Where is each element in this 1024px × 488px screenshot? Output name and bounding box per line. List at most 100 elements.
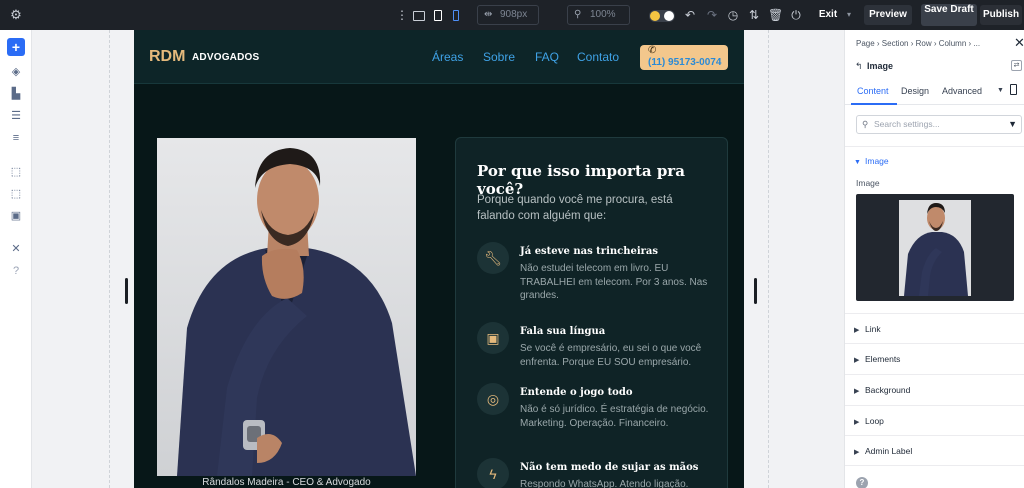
feature-title: Já esteve nas trincheiras xyxy=(520,246,659,257)
page-viewport: RDM ADVOGADOS Áreas Sobre FAQ Contato ✆ … xyxy=(134,30,744,488)
section-image-toggle[interactable]: ▼ Image xyxy=(854,156,889,166)
tablet-view-icon[interactable] xyxy=(430,0,446,30)
nav-link-faq[interactable]: FAQ xyxy=(535,50,559,64)
divider xyxy=(845,313,1024,314)
zoom-field[interactable]: ⚲ 100% xyxy=(567,5,630,25)
history-clock-icon[interactable]: ◷ xyxy=(726,0,740,30)
tools-icon[interactable]: ✕ xyxy=(7,240,25,258)
trash-icon[interactable]: 🗑 xyxy=(768,0,783,30)
feature-title: Fala sua língua xyxy=(520,326,606,337)
resize-handle-left[interactable] xyxy=(125,278,128,304)
canvas-guide-right xyxy=(768,30,769,488)
image-thumbnail xyxy=(899,200,971,296)
why-it-matters-card: Por que isso importa pra você? Porque qu… xyxy=(455,137,728,488)
image-preview[interactable] xyxy=(856,194,1014,301)
database-icon[interactable]: ☰ xyxy=(7,107,25,125)
tab-content[interactable]: Content xyxy=(857,86,889,96)
phone-icon: ✆ xyxy=(648,45,657,56)
section-admin-label-label: Admin Label xyxy=(865,446,913,456)
divider xyxy=(845,435,1024,436)
sun-icon xyxy=(650,10,660,21)
responsive-icon[interactable]: ▣ xyxy=(7,207,25,225)
logo-advogados[interactable]: ADVOGADOS xyxy=(192,52,259,63)
nav-link-contato[interactable]: Contato xyxy=(577,50,619,64)
left-sidebar: + ◈ ▙ ☰ ≡ ⬚ ⬚ ▣ ✕ ? xyxy=(0,30,32,488)
settings-panel: Page › Section › Row › Column › ... ✕ ↰ … xyxy=(844,30,1024,488)
selection-tool-icon[interactable]: ⬚ xyxy=(7,163,25,181)
power-icon[interactable]: ⏻ xyxy=(789,0,803,30)
feature-title: Não tem medo de sujar as mãos xyxy=(520,462,699,473)
save-draft-button[interactable]: Save Draft xyxy=(921,4,977,26)
nav-link-sobre[interactable]: Sobre xyxy=(483,50,515,64)
divider xyxy=(845,374,1024,375)
mobile-view-icon[interactable] xyxy=(449,0,463,30)
chevron-right-icon: ▶ xyxy=(854,357,860,364)
settings-search-input[interactable]: ⚲ Search settings... ▼ xyxy=(856,115,1022,134)
logo-rdm[interactable]: RDM xyxy=(149,48,185,66)
filter-icon[interactable]: ▼ xyxy=(1008,116,1017,133)
section-elements-label: Elements xyxy=(865,354,901,364)
back-arrow-icon[interactable]: ↰ xyxy=(855,61,863,72)
chevron-right-icon: ▶ xyxy=(854,388,860,395)
section-elements-toggle[interactable]: ▶ Elements xyxy=(854,354,900,364)
active-tab-indicator xyxy=(851,103,897,105)
breadcrumb[interactable]: Page › Section › Row › Column › ... xyxy=(856,39,980,48)
redo-icon[interactable]: ↷ xyxy=(705,0,719,30)
nav-link-areas[interactable]: Áreas xyxy=(432,50,463,64)
briefcase-icon: ▣ xyxy=(477,322,509,354)
image-field-label: Image xyxy=(856,178,880,188)
section-background-toggle[interactable]: ▶ Background xyxy=(854,385,910,395)
help-icon[interactable]: ? xyxy=(856,477,868,488)
preview-button[interactable]: Preview xyxy=(864,5,912,25)
theme-toggle[interactable] xyxy=(648,0,676,30)
list-settings-icon[interactable]: ≡ xyxy=(7,129,25,147)
phone-cta-button[interactable]: ✆ (11) 95173-0074 xyxy=(640,45,728,70)
device-preview-icon[interactable] xyxy=(1010,84,1017,97)
resize-handle-right[interactable] xyxy=(754,278,757,304)
undo-icon[interactable]: ↶ xyxy=(683,0,697,30)
zoom-search-icon: ⚲ xyxy=(574,9,582,20)
phone-number: (11) 95173-0074 xyxy=(648,57,722,68)
multi-select-icon[interactable]: ⬚ xyxy=(7,185,25,203)
site-header: RDM ADVOGADOS Áreas Sobre FAQ Contato ✆ … xyxy=(134,30,744,84)
canvas-guide-left xyxy=(109,30,110,488)
tabs-dropdown-icon[interactable]: ▼ xyxy=(997,87,1004,94)
section-image-label: Image xyxy=(865,156,889,166)
ceo-portrait-photo[interactable] xyxy=(157,138,416,476)
canvas-width-field[interactable]: ⇹ 908px xyxy=(477,5,539,25)
search-placeholder: Search settings... xyxy=(874,119,940,129)
close-icon[interactable]: ✕ xyxy=(1014,35,1024,51)
section-link-label: Link xyxy=(865,324,881,334)
feature-desc: Não estudei telecom em livro. EU TRABALH… xyxy=(520,263,708,301)
layers-icon[interactable]: ◈ xyxy=(7,63,25,81)
tab-design[interactable]: Design xyxy=(901,86,929,96)
zoom-value: 100% xyxy=(590,9,616,20)
exit-button[interactable]: Exit xyxy=(813,5,843,25)
more-vertical-icon[interactable]: ⋮ xyxy=(396,0,408,30)
lightning-icon: ϟ xyxy=(477,458,509,488)
swap-icon[interactable]: ⇄ xyxy=(1011,60,1022,71)
search-icon: ⚲ xyxy=(862,119,869,129)
help-question-icon[interactable]: ? xyxy=(7,262,25,280)
chevron-right-icon: ▶ xyxy=(854,449,860,456)
section-admin-label-toggle[interactable]: ▶ Admin Label xyxy=(854,446,912,456)
section-link-toggle[interactable]: ▶ Link xyxy=(854,324,881,334)
sort-arrows-icon[interactable]: ⇅ xyxy=(747,0,761,30)
section-background-label: Background xyxy=(865,385,911,395)
global-styles-icon[interactable]: ▙ xyxy=(7,85,25,103)
feature-desc: Não é só jurídico. É estratégia de negóc… xyxy=(520,404,709,429)
divider xyxy=(845,465,1024,466)
chevron-right-icon: ▶ xyxy=(854,327,860,334)
tab-advanced[interactable]: Advanced xyxy=(942,86,982,96)
section-loop-toggle[interactable]: ▶ Loop xyxy=(854,416,884,426)
desktop-view-icon[interactable] xyxy=(411,0,427,30)
exit-dropdown-icon[interactable]: ▾ xyxy=(843,0,855,30)
publish-button[interactable]: Publish xyxy=(980,5,1022,25)
settings-gear-icon[interactable]: ⚙ xyxy=(8,0,24,30)
divider xyxy=(845,405,1024,406)
element-title: Image xyxy=(867,61,894,71)
add-element-plus-icon[interactable]: + xyxy=(7,38,25,56)
portrait-illustration xyxy=(157,138,416,476)
card-intro: Porque quando você me procura, está fala… xyxy=(477,194,673,222)
wrench-icon: 🔧︎ xyxy=(477,242,509,274)
